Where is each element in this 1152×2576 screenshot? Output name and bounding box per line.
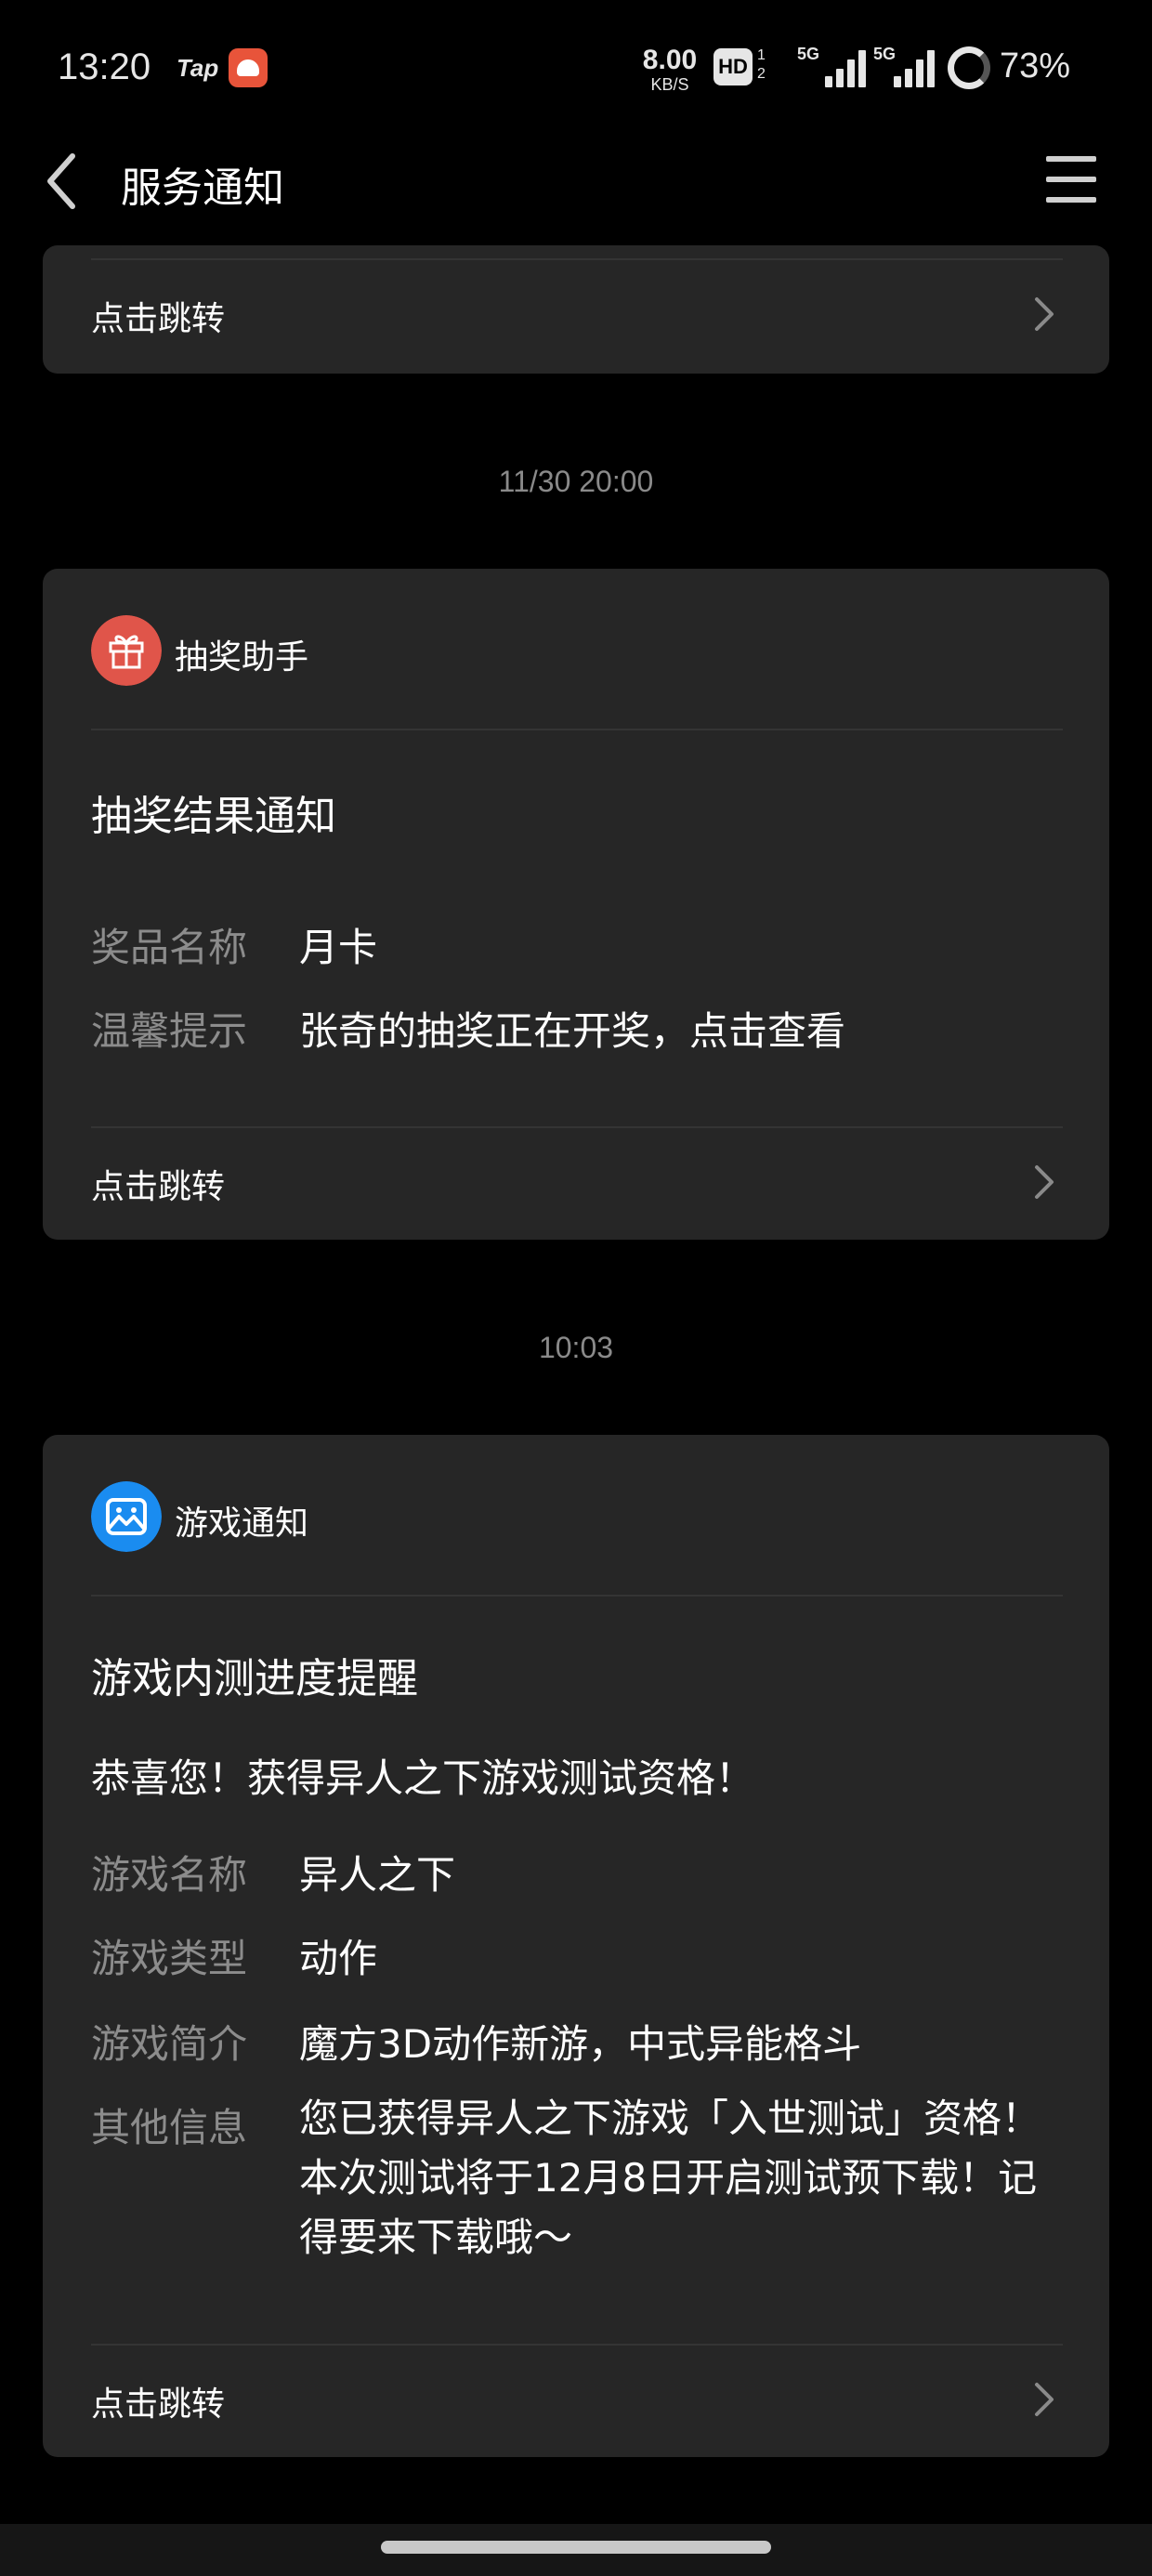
signal-sim2-icon: 5G <box>873 45 940 89</box>
tap-app-label: Tap <box>177 54 219 82</box>
message-timestamp: 11/30 20:00 <box>498 465 654 498</box>
message-source-name: 抽奖助手 <box>175 638 309 677</box>
jump-link-row[interactable]: 点击跳转 <box>43 266 1109 359</box>
gamepad-icon <box>91 1481 162 1552</box>
card-divider <box>91 1595 1063 1597</box>
jump-link-label: 点击跳转 <box>91 300 226 338</box>
field-value-game-name: 异人之下 <box>299 1852 456 1898</box>
field-label-game-intro: 游戏简介 <box>91 2021 248 2067</box>
hd-sim-index: 12 <box>757 47 766 82</box>
field-value-other-info: 您已获得异人之下游戏「入世测试」资格！本次测试将于12月8日开启测试预下载！记得… <box>299 2096 1041 2260</box>
battery-icon <box>948 46 990 89</box>
battery-percent: 73% <box>1000 46 1071 85</box>
message-card: 点击跳转 <box>43 245 1109 374</box>
status-bar: 13:20 Tap 8.00 KB/S HD 12 5G 5G 73% <box>0 0 1152 139</box>
field-value-prize-name: 月卡 <box>299 925 378 970</box>
card-divider <box>91 2344 1063 2346</box>
field-label-other-info: 其他信息 <box>91 2105 248 2150</box>
gift-icon <box>91 615 162 686</box>
message-card: 游戏通知 游戏内测进度提醒 恭喜您！获得异人之下游戏测试资格！ 游戏名称 异人之… <box>43 1435 1109 2457</box>
card-divider <box>91 258 1063 260</box>
message-card: 抽奖助手 抽奖结果通知 奖品名称 月卡 温馨提示 张奇的抽奖正在开奖，点击查看 … <box>43 569 1109 1240</box>
field-label-game-type: 游戏类型 <box>91 1936 248 1981</box>
message-title: 抽奖结果通知 <box>91 793 336 840</box>
message-timestamp: 10:03 <box>538 1331 614 1364</box>
chevron-right-icon <box>1035 297 1054 331</box>
home-indicator[interactable] <box>381 2541 771 2554</box>
field-value-tip: 张奇的抽奖正在开奖，点击查看 <box>299 1008 846 1054</box>
jump-link-row[interactable]: 点击跳转 <box>43 1134 1109 1227</box>
jump-link-label: 点击跳转 <box>91 2385 226 2424</box>
jump-link-row[interactable]: 点击跳转 <box>43 2351 1109 2444</box>
network-speed-value: 8.00 <box>642 45 698 75</box>
app-header: 服务通知 <box>0 130 1152 232</box>
chevron-right-icon <box>1035 1165 1054 1199</box>
app-notification-icon <box>229 48 268 87</box>
card-divider <box>91 1126 1063 1128</box>
field-value-game-intro: 魔方3D动作新游，中式异能格斗 <box>299 2021 862 2067</box>
message-intro: 恭喜您！获得异人之下游戏测试资格！ <box>91 1755 755 1801</box>
page-title: 服务通知 <box>121 164 284 212</box>
field-label-tip: 温馨提示 <box>91 1008 248 1054</box>
status-time: 13:20 <box>58 46 151 87</box>
hamburger-menu-icon[interactable] <box>1046 152 1096 208</box>
message-source-name: 游戏通知 <box>175 1505 309 1543</box>
card-divider <box>91 729 1063 730</box>
signal-sim1-icon: 5G <box>797 45 866 89</box>
field-label-prize-name: 奖品名称 <box>91 925 248 970</box>
field-value-game-type: 动作 <box>299 1936 378 1981</box>
chevron-left-icon[interactable] <box>43 151 80 212</box>
hd-voice-icon: HD <box>713 48 753 85</box>
network-speed-unit: KB/S <box>650 75 689 94</box>
network-speed: 8.00 KB/S <box>635 45 704 94</box>
message-title: 游戏内测进度提醒 <box>91 1655 418 1702</box>
signal-sim2-label: 5G <box>873 45 897 63</box>
signal-sim1-label: 5G <box>797 45 820 63</box>
chevron-right-icon <box>1035 2383 1054 2416</box>
service-notification-screen: 13:20 Tap 8.00 KB/S HD 12 5G 5G 73% 服务通知… <box>0 0 1152 2576</box>
field-label-game-name: 游戏名称 <box>91 1852 248 1898</box>
jump-link-label: 点击跳转 <box>91 1168 226 1206</box>
